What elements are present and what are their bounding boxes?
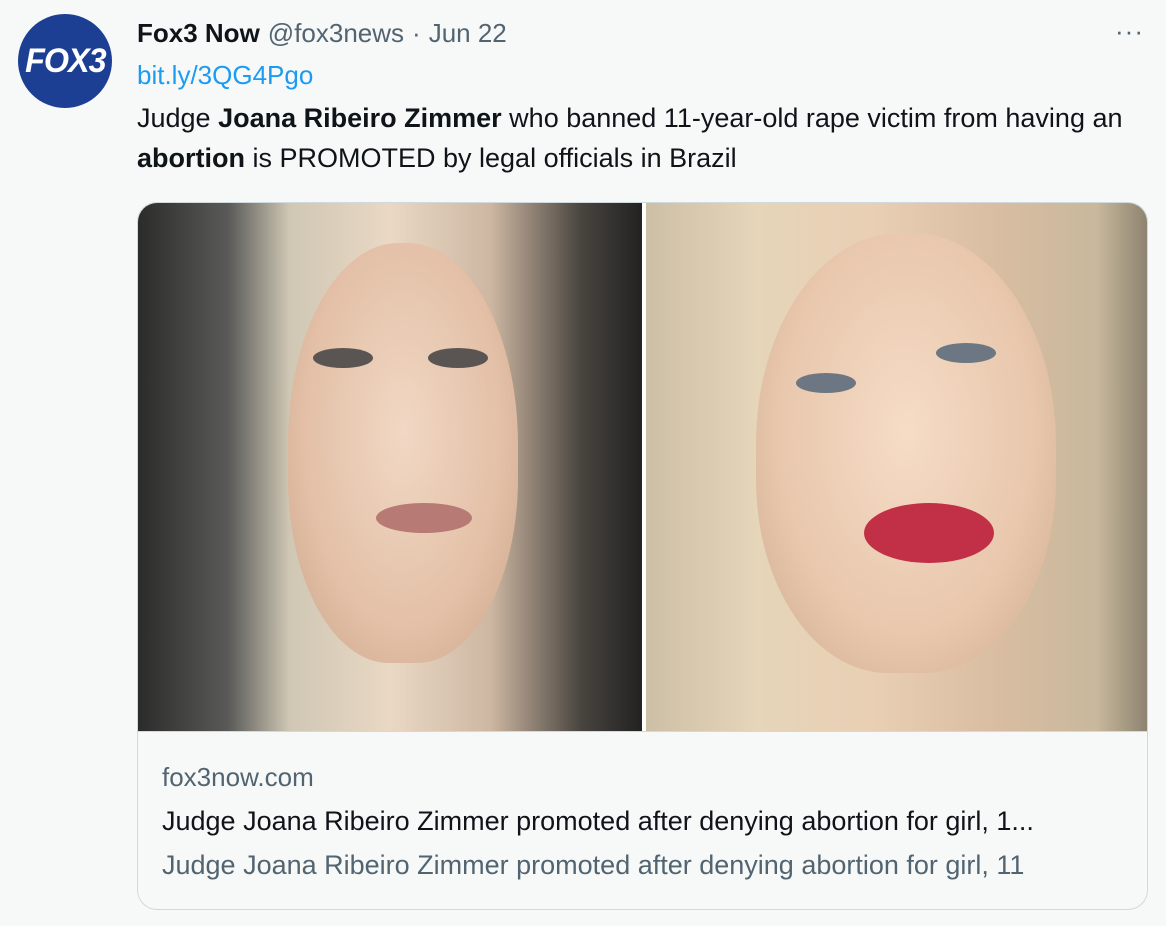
eye-shape [428, 348, 488, 368]
tweet-text-part: is PROMOTED by legal officials in Brazil [245, 143, 737, 173]
tweet-date[interactable]: Jun 22 [429, 18, 507, 49]
eye-shape [796, 373, 856, 393]
card-description: Judge Joana Ribeiro Zimmer promoted afte… [162, 850, 1025, 880]
tweet-text-bold: abortion [137, 143, 245, 173]
tweet[interactable]: FOX3 Fox3 Now @fox3news · Jun 22 ··· bit… [0, 0, 1166, 926]
avatar-logo-text: FOX3 [24, 42, 107, 80]
header-separator: · [412, 17, 421, 48]
fox3-avatar[interactable]: FOX3 [18, 14, 112, 108]
eye-shape [936, 343, 996, 363]
card-domain: fox3now.com [162, 762, 314, 792]
tweet-link[interactable]: bit.ly/3QG4Pgo [137, 60, 313, 91]
face-shape [288, 243, 518, 663]
eye-shape [313, 348, 373, 368]
lips-shape [864, 503, 994, 563]
tweet-text-part: Judge [137, 103, 219, 133]
card-photo-left [138, 203, 642, 731]
more-options-icon[interactable]: ··· [1115, 14, 1144, 48]
card-info[interactable]: fox3now.com Judge Joana Ribeiro Zimmer p… [138, 731, 1147, 909]
tweet-text-part: who banned 11-year-old rape victim from … [501, 103, 1123, 133]
card-title: Judge Joana Ribeiro Zimmer promoted afte… [162, 806, 1034, 836]
tweet-header: Fox3 Now @fox3news · Jun 22 [137, 16, 507, 50]
user-handle[interactable]: @fox3news [268, 18, 404, 49]
tweet-text: Judge Joana Ribeiro Zimmer who banned 11… [137, 98, 1137, 178]
card-media[interactable] [138, 203, 1147, 731]
link-preview-card[interactable]: fox3now.com Judge Joana Ribeiro Zimmer p… [137, 202, 1148, 910]
display-name[interactable]: Fox3 Now [137, 18, 260, 49]
lips-shape [376, 503, 472, 533]
face-shape [756, 233, 1056, 673]
card-photo-right [646, 203, 1147, 731]
tweet-text-bold: Joana Ribeiro Zimmer [218, 103, 502, 133]
